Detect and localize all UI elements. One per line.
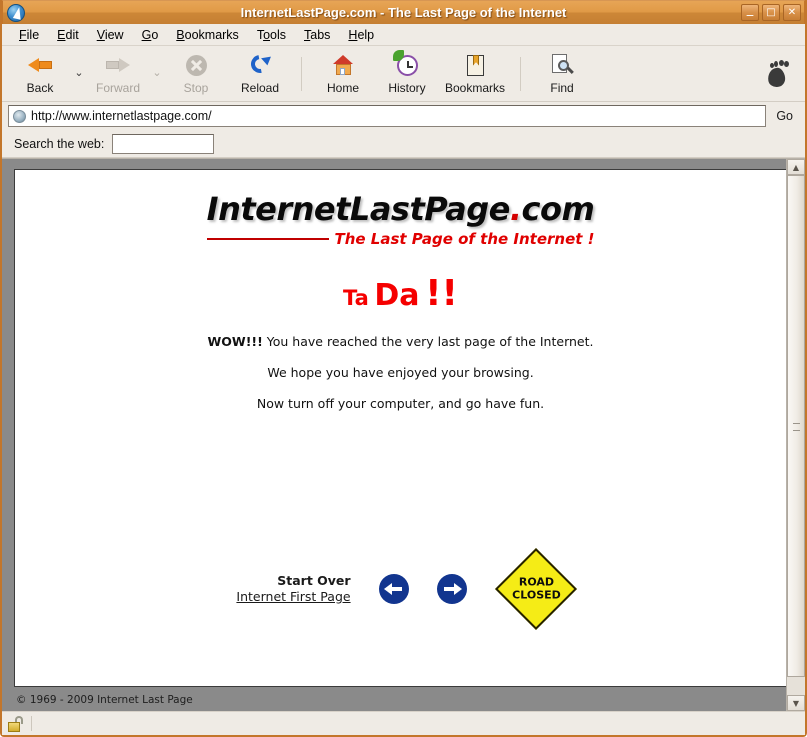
body-line-1: WOW!!! You have reached the very last pa… — [15, 334, 786, 349]
find-icon — [549, 52, 575, 78]
window-controls: _ □ ✕ — [741, 2, 801, 21]
body-line-3: Now turn off your computer, and go have … — [256, 396, 545, 411]
vertical-scrollbar[interactable]: ▲ ▼ — [786, 159, 805, 711]
find-label: Find — [550, 81, 574, 95]
status-bar — [2, 711, 805, 735]
logo-part1: InternetLastPage — [206, 190, 511, 228]
bookmarks-button[interactable]: Bookmarks — [439, 50, 511, 97]
back-dropdown-chevron-down-icon[interactable]: ⌄ — [72, 66, 86, 82]
url-text: http://www.internetlastpage.com/ — [31, 109, 212, 123]
logo-text: InternetLastPage.com — [15, 190, 786, 228]
headline: Ta Da !! — [15, 276, 786, 312]
road-closed-sign-icon: ROAD CLOSED — [494, 547, 577, 631]
search-label: Search the web: — [14, 136, 105, 151]
history-icon — [393, 50, 420, 78]
browser-viewport: InternetLastPage.com The Last Page of th… — [2, 158, 805, 711]
toolbar: Back ⌄ Forward ⌄ Stop Reload Home Histor… — [2, 46, 805, 102]
maximize-button[interactable]: □ — [762, 4, 780, 21]
go-button[interactable]: Go — [766, 109, 799, 123]
site-favicon-icon — [13, 109, 26, 123]
title-bar: InternetLastPage.com - The Last Page of … — [2, 0, 805, 24]
scrollbar-thumb[interactable] — [787, 175, 805, 677]
window-title: InternetLastPage.com - The Last Page of … — [240, 4, 567, 20]
browser-window: InternetLastPage.com - The Last Page of … — [0, 0, 807, 737]
scroll-up-button[interactable]: ▲ — [787, 159, 805, 175]
menu-item-tools[interactable]: Tools — [248, 26, 295, 44]
minimize-icon: _ — [746, 2, 754, 17]
reload-icon — [247, 51, 273, 78]
reload-label: Reload — [240, 81, 280, 95]
road-sign-line-1: ROAD — [517, 575, 554, 589]
forward-dropdown-chevron-down-icon[interactable]: ⌄ — [150, 66, 164, 82]
right-arrow-icon[interactable] — [436, 574, 467, 604]
web-page: InternetLastPage.com The Last Page of th… — [14, 169, 786, 687]
menu-item-tabs[interactable]: Tabs — [295, 26, 339, 44]
logo-dot: . — [509, 190, 522, 228]
browser-globe-icon — [7, 3, 25, 22]
internet-first-page-link[interactable]: Internet First Page — [236, 589, 350, 605]
find-button[interactable]: Find — [530, 50, 594, 97]
body-line-1-rest: You have reached the very last page of t… — [262, 334, 594, 349]
nav-text-block: Start Over Internet First Page — [236, 573, 350, 604]
back-label: Back — [26, 81, 54, 95]
body-text: WOW!!! You have reached the very last pa… — [15, 334, 786, 411]
search-input[interactable] — [112, 133, 215, 154]
headline-bang: !! — [425, 273, 458, 314]
maximize-icon: □ — [766, 7, 776, 18]
headline-ta: Ta — [343, 286, 369, 310]
body-line-2: We hope you have enjoyed your browsing. — [267, 365, 534, 380]
close-button[interactable]: ✕ — [783, 4, 801, 21]
menu-bar: File Edit View Go Bookmarks Tools Tabs H… — [2, 24, 805, 46]
start-over-label: Start Over — [277, 573, 351, 589]
url-input[interactable]: http://www.internetlastpage.com/ — [8, 105, 767, 127]
unlocked-padlock-icon[interactable] — [7, 715, 24, 732]
forward-button[interactable]: Forward — [86, 50, 150, 97]
status-separator — [31, 716, 32, 731]
search-bar: Search the web: — [2, 130, 805, 158]
logo-tagline: The Last Page of the Internet ! — [334, 230, 595, 248]
menu-item-view[interactable]: View — [88, 26, 133, 44]
forward-arrow-icon — [105, 52, 131, 78]
stop-button[interactable]: Stop — [164, 50, 228, 97]
home-icon — [330, 52, 356, 78]
close-icon: ✕ — [787, 7, 797, 18]
back-arrow-icon — [27, 52, 53, 78]
site-logo: InternetLastPage.com The Last Page of th… — [15, 190, 786, 248]
forward-label: Forward — [95, 81, 140, 95]
home-label: Home — [326, 81, 359, 95]
headline-da: Da — [374, 278, 420, 313]
logo-rule — [206, 238, 329, 240]
road-sign-text: ROAD CLOSED — [511, 575, 560, 601]
home-button[interactable]: Home — [311, 50, 375, 97]
scrollbar-track[interactable] — [787, 175, 805, 695]
logo-part2: com — [521, 190, 595, 228]
stop-label: Stop — [183, 81, 209, 95]
body-line-1-bold: WOW!!! — [207, 334, 263, 349]
menu-item-bookmarks[interactable]: Bookmarks — [167, 26, 248, 44]
menu-item-help[interactable]: Help — [339, 26, 383, 44]
bookmarks-label: Bookmarks — [445, 81, 506, 95]
bookmarks-icon — [462, 52, 488, 78]
page-area: InternetLastPage.com The Last Page of th… — [2, 159, 786, 711]
history-button[interactable]: History — [375, 50, 439, 97]
minimize-button[interactable]: _ — [741, 2, 759, 21]
back-button[interactable]: Back — [8, 50, 72, 97]
reload-button[interactable]: Reload — [228, 50, 292, 97]
page-navigation: Start Over Internet First Page ROAD CLOS… — [15, 547, 786, 631]
menu-item-file[interactable]: File — [10, 26, 48, 44]
logo-tagline-row: The Last Page of the Internet ! — [15, 230, 786, 248]
toolbar-separator-2 — [520, 56, 522, 91]
address-bar: http://www.internetlastpage.com/ Go — [2, 102, 805, 130]
left-arrow-icon[interactable] — [378, 574, 409, 604]
menu-item-go[interactable]: Go — [133, 26, 168, 44]
road-sign-line-2: CLOSED — [511, 587, 560, 601]
gnome-foot-icon — [765, 59, 791, 88]
stop-icon — [183, 52, 209, 78]
scroll-down-button[interactable]: ▼ — [787, 695, 805, 711]
menu-item-edit[interactable]: Edit — [48, 26, 88, 44]
copyright-text: © 1969 - 2009 Internet Last Page — [16, 694, 193, 706]
toolbar-separator — [301, 56, 302, 91]
history-label: History — [388, 81, 426, 95]
